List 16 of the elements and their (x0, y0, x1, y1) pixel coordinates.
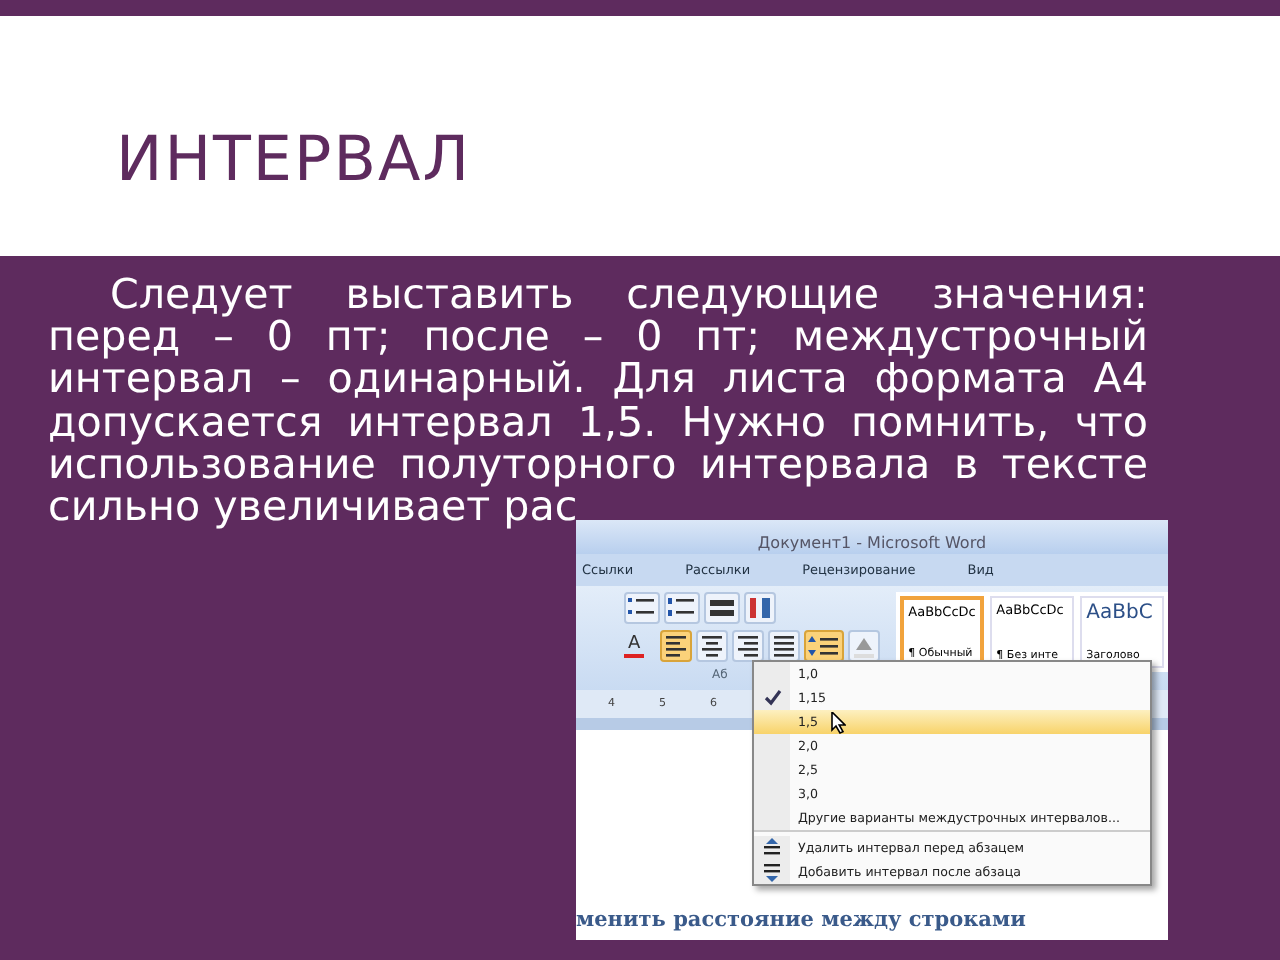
align-right-icon[interactable] (732, 630, 765, 662)
font-color-button[interactable]: A (624, 634, 645, 658)
shading-icon[interactable] (848, 630, 881, 662)
align-center-icon[interactable] (696, 630, 729, 662)
window-title: Документ1 - Microsoft Word (576, 520, 1168, 554)
justify-icon[interactable] (768, 630, 801, 662)
remove-spacing-icon (762, 838, 782, 858)
mouse-cursor-icon (830, 711, 847, 733)
add-spacing-icon (762, 862, 782, 882)
numbered-list-icon[interactable] (664, 592, 700, 624)
style-sample: AaBbC (1086, 602, 1155, 624)
bullet-list-icon[interactable] (624, 592, 660, 624)
document-text: менить расстояние между строками (576, 908, 1026, 932)
line-spacing-icon[interactable] (804, 630, 845, 662)
slide-title: ИНТЕРВАЛ (116, 130, 472, 192)
align-left-icon[interactable] (660, 630, 693, 662)
